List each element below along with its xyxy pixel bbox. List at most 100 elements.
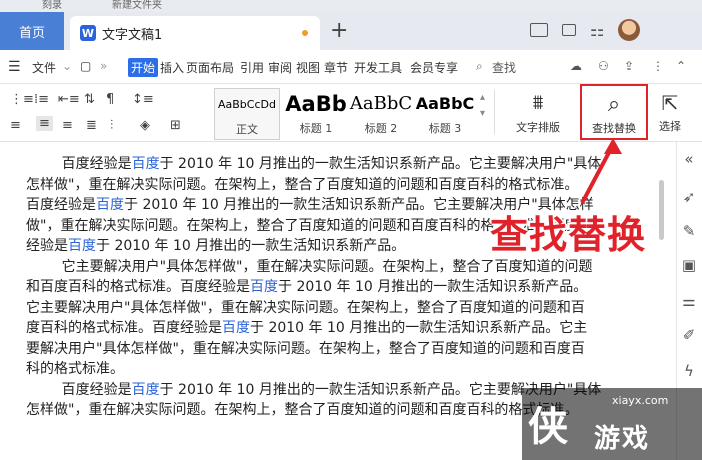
document-line: 科的格式标准。 [26, 359, 646, 380]
tab-document[interactable]: W 文字文稿1 [70, 16, 320, 50]
distribute-icon[interactable]: ⫶ [110, 118, 113, 133]
menu-item-member[interactable]: 会员专享 [410, 59, 458, 76]
lightning-icon[interactable]: ϟ [680, 362, 698, 380]
style-normal-sample: AaBbCcDd [218, 98, 276, 111]
annotation-arrow-head [604, 138, 622, 154]
baidu-highlight: 百度 [250, 279, 278, 295]
save-icon[interactable]: ▢ [80, 59, 91, 73]
cursor-arrow-icon: ⇱ [661, 91, 679, 115]
style-h2-sample: AaBbC [349, 93, 413, 114]
magnifier-icon: ⌕ [607, 92, 621, 117]
top-strip-right: 新建文件夹 [112, 0, 162, 11]
style-normal-caption: 正文 [236, 123, 258, 136]
styles-scroll-down-icon[interactable]: ▾ [480, 108, 485, 119]
line-text: 经验是 [26, 238, 68, 254]
line-text: 于 2010 年 10 月推出的一款生活知识系新产品。 [96, 238, 406, 254]
pencil-icon[interactable]: ✎ [680, 222, 698, 240]
menu-item-developer[interactable]: 开发工具 [354, 59, 402, 76]
collapse-ribbon-icon[interactable]: ⌃ [676, 59, 686, 73]
style-icon[interactable]: ✐ [680, 326, 698, 344]
style-h1-caption: 标题 1 [299, 122, 333, 135]
adjust-icon[interactable]: ⚌ [680, 292, 698, 310]
align-left-icon[interactable]: ≡ [10, 118, 21, 133]
wps-writer-window: 刻录 新建文件夹 首页 W 文字文稿1 + ⚏ ☰ 文件 ⌄ ▢ » 开始 插入… [0, 0, 702, 460]
multi-window-icon[interactable] [562, 24, 576, 36]
numbered-list-icon[interactable]: ⁞≡ [34, 92, 49, 107]
more-icon[interactable]: » [100, 59, 107, 73]
menu-item-insert[interactable]: 插入 [160, 59, 184, 76]
rocket-icon[interactable]: ➶ [680, 188, 698, 206]
cloud-icon[interactable]: ☁ [570, 59, 582, 73]
menu-bar: ☰ 文件 ⌄ ▢ » 开始 插入 页面布局 引用 审阅 视图 章节 开发工具 会… [0, 50, 702, 84]
menu-file[interactable]: 文件 [32, 59, 56, 76]
search-icon[interactable]: ⌕ [476, 59, 483, 74]
menu-item-view[interactable]: 视图 [296, 59, 320, 76]
style-heading-1[interactable]: AaBb 标题 1 [282, 88, 350, 140]
select-button[interactable]: ⇱ 选择 [652, 88, 688, 134]
baidu-highlight: 百度 [131, 381, 160, 398]
align-center-icon[interactable]: ≡ [36, 116, 53, 131]
decrease-indent-icon[interactable]: ⇤≡ [58, 92, 80, 107]
title-bar-icons: ⚏ [530, 16, 641, 44]
top-strip: 刻录 新建文件夹 [0, 0, 702, 12]
divider [494, 90, 495, 134]
line-text: 百度经验是 [26, 197, 96, 213]
window-layout-icon[interactable] [530, 23, 548, 37]
bullet-list-icon[interactable]: ⋮≡ [10, 92, 34, 107]
line-text: 百度经验是 [26, 381, 132, 398]
line-text: 于 2010 年 10 月推出的一款生活知识系新产品。 [278, 279, 588, 295]
sidebar-collapse-icon[interactable]: « [680, 150, 698, 168]
line-text: 科的格式标准。 [26, 361, 124, 377]
shading-icon[interactable]: ◈ [140, 118, 150, 133]
justify-icon[interactable]: ≣ [86, 118, 97, 133]
share-icon[interactable]: ⇪ [624, 59, 634, 73]
border-icon[interactable]: ⊞ [170, 118, 181, 133]
scrollbar-thumb[interactable] [659, 180, 664, 240]
document-line: 百度经验是百度于 2010 年 10 月推出的一款生活知识系新产品。它主要解决用… [26, 154, 646, 175]
paragraph-mark-icon[interactable]: ¶ [106, 92, 114, 107]
document-tab-title: 文字文稿1 [102, 27, 163, 43]
unsaved-dot-icon [302, 30, 308, 36]
top-strip-left: 刻录 [42, 0, 62, 11]
menu-item-layout[interactable]: 页面布局 [186, 59, 234, 76]
wps-writer-icon: W [80, 25, 96, 41]
menu-item-review[interactable]: 审阅 [268, 59, 292, 76]
watermark-site: xiayx.com [612, 394, 669, 407]
style-heading-2[interactable]: AaBbC 标题 2 [348, 88, 414, 140]
hamburger-icon[interactable]: ☰ [8, 59, 21, 75]
line-text: 要解决用户"具体怎样做"，重在解决实际问题。在架构上，整合了百度知道的问题和百度… [26, 340, 585, 357]
align-right-icon[interactable]: ≡ [62, 118, 73, 133]
sort-icon[interactable]: ⇅ [84, 92, 95, 107]
text-layout-button[interactable]: ⩩ 文字排版 [506, 88, 570, 135]
menu-item-start[interactable]: 开始 [128, 58, 159, 77]
line-text: 它主要解决用户"具体怎样做"，重在解决实际问题。在架构上，整合了百度知道的问题 [26, 258, 593, 275]
grid-icon[interactable]: ⚏ [590, 21, 604, 40]
text-layout-label: 文字排版 [516, 121, 560, 134]
find-replace-label: 查找替换 [592, 122, 636, 135]
find-replace-button[interactable]: ⌕ 查找替换 [580, 84, 648, 140]
tab-home[interactable]: 首页 [0, 12, 64, 50]
document-line: 度百科的格式标准。百度经验是百度于 2010 年 10 月推出的一款生活知识系新… [26, 318, 646, 339]
image-icon[interactable]: ▣ [680, 256, 698, 274]
line-spacing-icon[interactable]: ↕≡ [132, 92, 154, 107]
styles-scroll-up-icon[interactable]: ▴ [480, 92, 485, 103]
style-heading-3[interactable]: AaBbC 标题 3 [414, 88, 476, 140]
menu-item-reference[interactable]: 引用 [240, 59, 264, 76]
chevron-down-icon[interactable]: ⌄ [62, 59, 72, 73]
style-h3-caption: 标题 3 [428, 122, 462, 135]
document-line: 和百度百科的格式标准。百度经验是百度于 2010 年 10 月推出的一款生活知识… [26, 277, 646, 298]
line-text: 度百科的格式标准。百度经验是 [26, 320, 222, 336]
line-text: 于 2010 年 10 月推出的一款生活知识系新产品。它主要解决用户"具体 [159, 156, 602, 172]
style-normal[interactable]: AaBbCcDd 正文 [214, 88, 280, 140]
new-tab-button[interactable]: + [330, 20, 348, 42]
menu-item-chapter[interactable]: 章节 [324, 59, 348, 76]
avatar[interactable] [618, 19, 641, 41]
baidu-highlight: 百度 [131, 156, 160, 172]
text-layout-icon: ⩩ [532, 90, 544, 114]
baidu-highlight: 百度 [68, 238, 96, 254]
select-label: 选择 [659, 120, 681, 133]
watermark-logo: 侠 [528, 404, 568, 450]
more-options-icon[interactable]: ⋮ [652, 59, 664, 73]
search-label[interactable]: 查找 [492, 59, 516, 76]
collaborate-icon[interactable]: ⚇ [598, 59, 609, 73]
